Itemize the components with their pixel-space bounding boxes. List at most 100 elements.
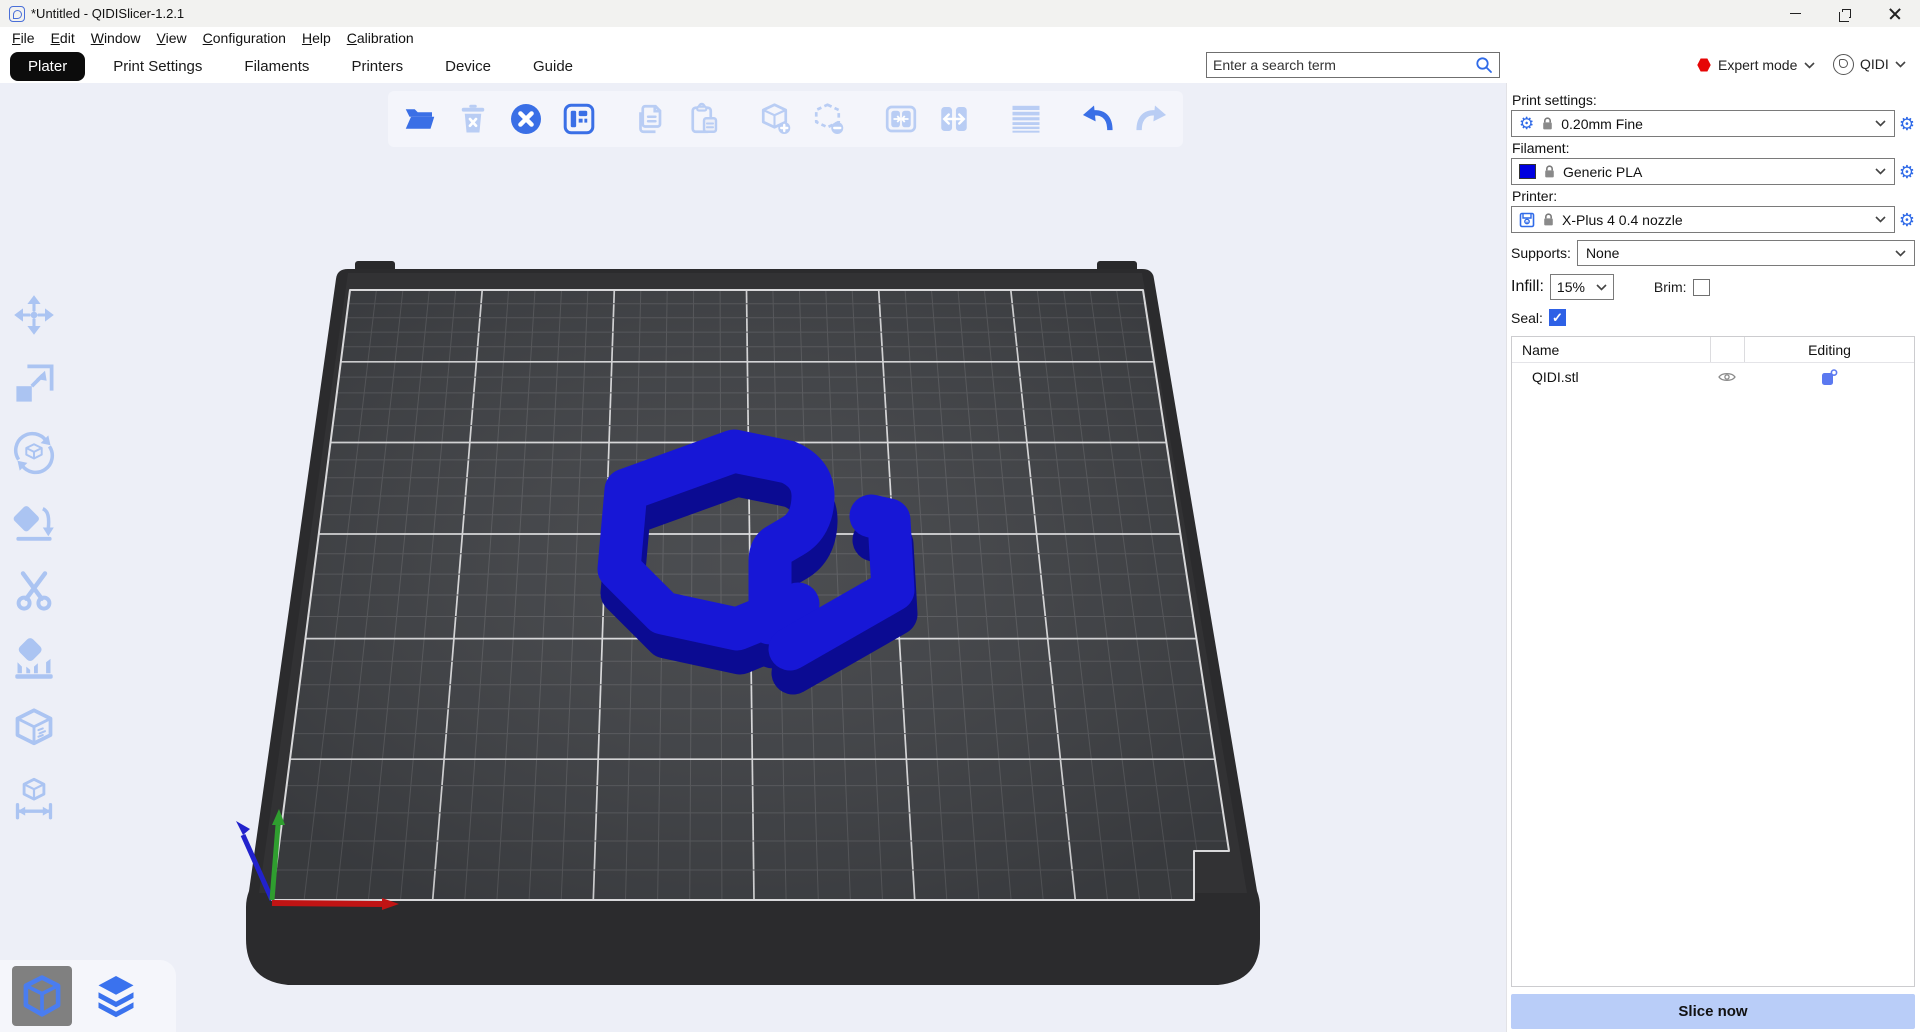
visibility-toggle[interactable] [1710,371,1744,383]
print-settings-combo[interactable]: ⚙ 0.20mm Fine [1511,110,1895,137]
mode-label: Expert mode [1718,57,1797,73]
tab-print-settings[interactable]: Print Settings [99,53,216,80]
paint-supports-icon [12,638,56,682]
menu-edit[interactable]: Edit [43,28,83,48]
plater-toolbar [388,91,1183,147]
filament-color-swatch [1519,164,1536,179]
arrange-button[interactable] [557,97,601,141]
menu-help[interactable]: Help [294,28,339,48]
minimize-button[interactable] [1770,0,1820,27]
filament-gear-button[interactable]: ⚙ [1899,163,1915,181]
infill-combo[interactable]: 15% [1550,274,1614,300]
print-settings-value: 0.20mm Fine [1561,116,1868,132]
column-editing: Editing [1744,337,1914,362]
chevron-down-icon [1895,61,1906,68]
editor-3d-view-button[interactable] [12,966,72,1026]
tab-filaments[interactable]: Filaments [230,53,323,80]
filament-combo[interactable]: Generic PLA [1511,158,1895,185]
delete-all-button[interactable] [504,97,548,141]
copy-button[interactable] [629,97,673,141]
restore-button[interactable] [1820,0,1870,27]
move-button[interactable] [10,291,58,339]
copy-icon [633,101,669,137]
chevron-down-icon [1804,62,1815,69]
redo-icon [1132,100,1170,138]
mode-selector[interactable]: Expert mode [1697,52,1815,78]
open-folder-icon [402,101,438,137]
close-button[interactable] [1870,0,1920,27]
cube-3d-view-icon [19,973,65,1019]
brim-checkbox[interactable] [1693,279,1710,296]
remove-instance-button[interactable] [807,97,851,141]
seal-label: Seal: [1511,310,1543,326]
preview-layers-view-button[interactable] [86,966,146,1026]
place-on-face-button[interactable] [10,498,58,546]
add-instance-icon [758,101,794,137]
measure-button[interactable] [10,774,58,822]
printer-value: X-Plus 4 0.4 nozzle [1562,212,1868,228]
search-input[interactable] [1207,57,1474,73]
seal-checkbox[interactable]: ✓ [1549,309,1566,326]
menu-configuration[interactable]: Configuration [195,28,294,48]
paste-button[interactable] [682,97,726,141]
brim-label: Brim: [1654,279,1687,295]
gizmo-toolbar [10,291,58,822]
object-row-qidi-stl[interactable]: QIDI.stl [1512,363,1914,391]
menu-view[interactable]: View [149,28,195,48]
menu-window[interactable]: Window [83,28,149,48]
infill-label: Infill: [1511,278,1544,296]
titlebar: *Untitled - QIDISlicer-1.2.1 [0,0,1920,27]
remove-instance-icon [811,101,847,137]
rotate-button[interactable] [10,429,58,477]
chevron-down-icon [1875,216,1886,223]
tab-device[interactable]: Device [431,53,505,80]
place-on-face-icon [12,500,56,544]
split-to-parts-icon [936,101,972,137]
lock-icon [1542,212,1555,227]
column-visibility [1710,337,1744,362]
slice-now-button[interactable]: Slice now [1511,994,1915,1029]
edit-object-icon [1821,369,1838,386]
filament-label: Filament: [1512,140,1915,156]
variable-layer-height-icon [1008,101,1044,137]
split-to-parts-button[interactable] [932,97,976,141]
window-controls [1770,0,1920,27]
cut-button[interactable] [10,567,58,615]
tab-printers[interactable]: Printers [337,53,417,80]
supports-combo[interactable]: None [1577,240,1915,266]
paint-supports-button[interactable] [10,636,58,684]
chevron-down-icon [1875,120,1886,127]
chevron-down-icon [1875,168,1886,175]
scale-button[interactable] [10,360,58,408]
undo-button[interactable] [1076,97,1120,141]
menu-calibration[interactable]: Calibration [339,28,422,48]
menu-file[interactable]: File [4,28,43,48]
print-settings-gear-button[interactable]: ⚙ [1899,115,1915,133]
object-list: Name Editing QIDI.stl [1511,336,1915,987]
delete-button[interactable] [451,97,495,141]
tabbar: Plater Print Settings Filaments Printers… [0,49,1920,83]
add-instance-button[interactable] [754,97,798,141]
search-icon[interactable] [1474,55,1494,75]
tab-plater[interactable]: Plater [10,52,85,81]
open-folder-button[interactable] [398,97,442,141]
printer-combo[interactable]: X-Plus 4 0.4 nozzle [1511,206,1895,233]
variable-layer-height-button[interactable] [1004,97,1048,141]
lock-icon [1541,116,1554,131]
seam-painting-icon [12,707,56,751]
split-to-objects-button[interactable] [879,97,923,141]
main-area: Print settings: ⚙ 0.20mm Fine ⚙ Filament… [0,83,1920,1032]
measure-icon [12,776,56,820]
account-menu[interactable]: QIDI [1833,50,1906,78]
printer-gear-button[interactable]: ⚙ [1899,211,1915,229]
redo-button[interactable] [1129,97,1173,141]
seam-painting-button[interactable] [10,705,58,753]
tab-guide[interactable]: Guide [519,53,587,80]
edit-object-button[interactable] [1744,369,1914,386]
search-box [1206,52,1500,78]
app-icon [9,6,25,22]
gear-icon: ⚙ [1519,115,1534,132]
chevron-down-icon [1895,250,1906,257]
object-name: QIDI.stl [1512,369,1710,385]
viewport-3d[interactable] [0,83,1506,1032]
